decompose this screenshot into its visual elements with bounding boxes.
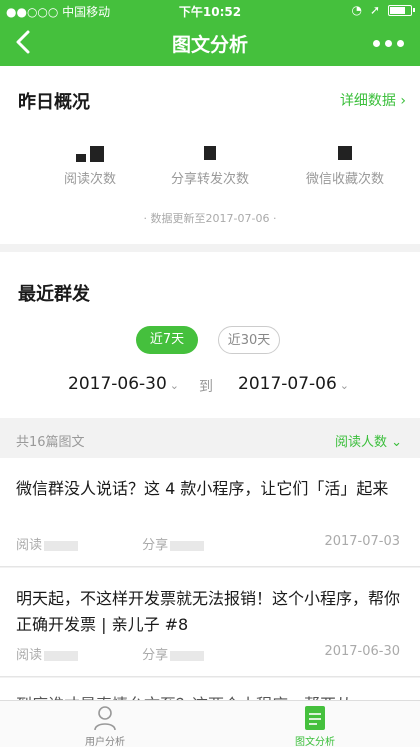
stat-label: 阅读次数 bbox=[63, 172, 116, 187]
stat-shares: 分享转发次数 bbox=[140, 146, 280, 187]
masked-value bbox=[44, 540, 79, 551]
battery-icon bbox=[388, 4, 415, 16]
user-icon bbox=[94, 706, 116, 731]
article-title: 明天起，不这样开发票就无法报销！这个小程序，帮你正确开发票 | 亲儿子 #8 bbox=[16, 589, 401, 634]
overview-card: 昨日概况 详细数据 › 阅读次数 分享转发次数 微信收藏次数 · 数据更新至20… bbox=[0, 66, 420, 244]
page-title: 图文分析 bbox=[171, 34, 248, 56]
list-bar: 共16篇图文 阅读人数 ⌄ bbox=[0, 420, 420, 458]
stat-label: 分享转发次数 bbox=[170, 172, 249, 187]
masked-value bbox=[170, 540, 205, 551]
stat-value-masked bbox=[275, 146, 415, 162]
tab-bar: 用户分析 图文分析 bbox=[0, 700, 420, 747]
location-icon: ➚ bbox=[369, 3, 380, 17]
range-7d-button[interactable]: 近7天 bbox=[136, 326, 198, 354]
start-date-picker[interactable]: 2017-06-30 ⌄ bbox=[68, 374, 179, 394]
end-date-picker[interactable]: 2017-07-06 ⌄ bbox=[238, 374, 349, 394]
tab-article-analysis[interactable]: 图文分析 bbox=[210, 701, 420, 747]
tab-label: 图文分析 bbox=[295, 737, 335, 747]
status-icons: ◔ ➚ bbox=[351, 3, 415, 17]
stat-label: 微信收藏次数 bbox=[305, 172, 384, 187]
to-label: 到 bbox=[199, 379, 213, 395]
masked-value bbox=[44, 650, 79, 661]
article-date: 2017-07-03 bbox=[324, 534, 400, 549]
stat-value-masked bbox=[20, 146, 160, 162]
masked-value bbox=[170, 650, 205, 661]
article-title: 微信群没人说话？这 4 款小程序，让它们「活」起来 bbox=[16, 479, 389, 498]
detail-data-link[interactable]: 详细数据 › bbox=[340, 90, 406, 110]
range-30d-button[interactable]: 近30天 bbox=[218, 326, 280, 354]
status-bar: ●●○○○ 中国移动 下午10:52 ◔ ➚ bbox=[0, 3, 420, 19]
article-meta: 阅读 分享 2017-06-30 bbox=[16, 644, 400, 663]
recent-card: 最近群发 近7天 近30天 2017-06-30 ⌄ 到 2017-07-06 ⌄ bbox=[0, 252, 420, 418]
alarm-icon: ◔ bbox=[351, 3, 362, 17]
sort-dropdown[interactable]: 阅读人数 ⌄ bbox=[335, 431, 402, 450]
list-item[interactable]: 微信群没人说话？这 4 款小程序，让它们「活」起来 阅读 分享 2017-07-… bbox=[0, 458, 420, 567]
document-icon bbox=[305, 706, 325, 730]
article-date: 2017-06-30 bbox=[324, 644, 400, 659]
article-meta: 阅读 分享 2017-07-03 bbox=[16, 534, 400, 553]
stat-favorites: 微信收藏次数 bbox=[275, 146, 415, 187]
date-range: 2017-06-30 ⌄ 到 2017-07-06 ⌄ bbox=[0, 374, 420, 398]
chevron-down-icon: ⌄ bbox=[169, 379, 180, 392]
overview-title: 昨日概况 bbox=[18, 92, 90, 113]
stat-value-masked bbox=[140, 146, 280, 162]
article-count: 共16篇图文 bbox=[16, 435, 85, 450]
stat-reads: 阅读次数 bbox=[20, 146, 160, 187]
chevron-down-icon: ⌄ bbox=[339, 379, 350, 392]
update-note: · 数据更新至2017-07-06 · bbox=[143, 212, 277, 225]
more-icon[interactable] bbox=[373, 40, 404, 47]
tab-user-analysis[interactable]: 用户分析 bbox=[0, 701, 210, 747]
header: ●●○○○ 中国移动 下午10:52 ◔ ➚ 图文分析 bbox=[0, 0, 420, 66]
nav-bar: 图文分析 bbox=[0, 22, 420, 62]
list-item[interactable]: 明天起，不这样开发票就无法报销！这个小程序，帮你正确开发票 | 亲儿子 #8 阅… bbox=[0, 568, 420, 677]
tab-label: 用户分析 bbox=[85, 737, 125, 747]
recent-title: 最近群发 bbox=[18, 284, 90, 305]
